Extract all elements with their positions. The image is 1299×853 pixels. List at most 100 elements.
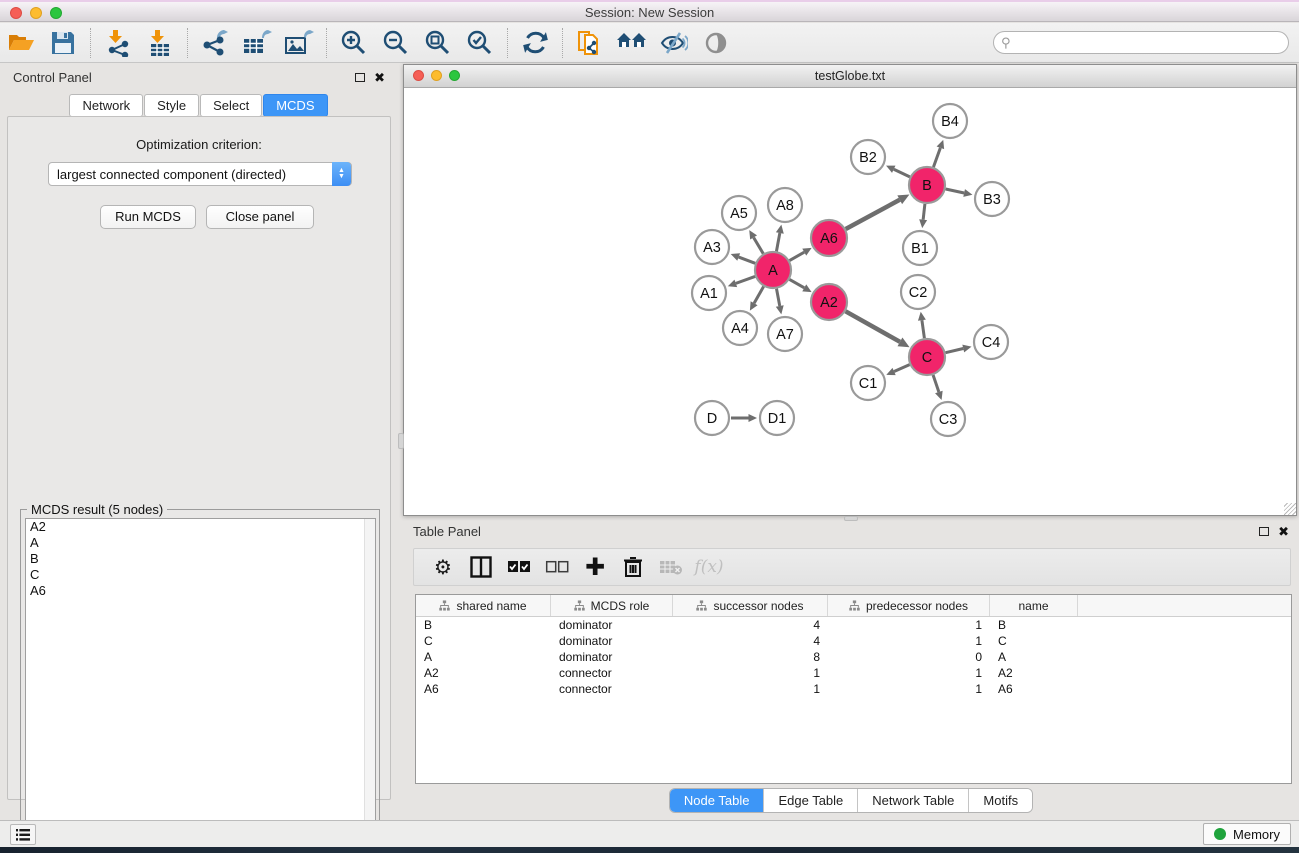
edge-A-A1[interactable] [736,276,755,283]
add-column-icon[interactable]: ✚ [578,552,612,582]
float-panel-icon[interactable] [1259,527,1269,536]
table-row[interactable]: A6connector11A6 [416,681,1291,697]
table-cell[interactable]: 0 [828,650,990,664]
settings-gear-icon[interactable]: ⚙ [426,552,460,582]
column-selector-icon[interactable] [464,552,498,582]
table-row[interactable]: Bdominator41B [416,617,1291,633]
table-cell[interactable]: 1 [828,666,990,680]
mcds-result-item[interactable]: A2 [26,519,375,535]
mcds-result-item[interactable]: A6 [26,583,375,599]
table-cell[interactable]: 1 [673,666,828,680]
edge-B-B2[interactable] [894,169,910,177]
node-table[interactable]: shared nameMCDS rolesuccessor nodesprede… [415,594,1292,784]
edge-B-B1[interactable] [923,204,925,220]
select-all-icon[interactable] [502,552,536,582]
clone-network-icon[interactable] [571,26,609,60]
edge-A-A4[interactable] [754,287,764,304]
table-cell[interactable]: dominator [551,650,673,664]
zoom-fit-icon[interactable] [419,26,457,60]
memory-status-button[interactable]: Memory [1203,823,1291,845]
edge-A-A5[interactable] [754,237,764,253]
table-cell[interactable]: 1 [828,634,990,648]
table-cell[interactable]: 1 [673,682,828,696]
control-tab-mcds[interactable]: MCDS [263,94,327,117]
edge-A-A7[interactable] [777,289,780,306]
close-panel-icon[interactable]: ✖ [1278,524,1289,540]
table-cell[interactable]: A6 [416,682,551,696]
refresh-icon[interactable] [516,26,554,60]
control-tab-network[interactable]: Network [69,94,143,117]
deselect-all-icon[interactable] [540,552,574,582]
table-cell[interactable]: connector [551,666,673,680]
table-tab-edge-table[interactable]: Edge Table [764,789,858,812]
result-list-scrollbar[interactable] [364,519,375,841]
table-cell[interactable]: A2 [990,666,1078,680]
mcds-result-item[interactable]: A [26,535,375,551]
float-panel-icon[interactable] [355,73,365,82]
export-image-icon[interactable] [280,26,318,60]
table-cell[interactable]: A2 [416,666,551,680]
export-table-icon[interactable] [238,26,276,60]
mcds-result-list[interactable]: A2ABCA6 [25,518,376,842]
control-tab-select[interactable]: Select [200,94,262,117]
table-cell[interactable]: C [416,634,551,648]
table-cell[interactable]: A [416,650,551,664]
edge-A6-B[interactable] [846,200,900,229]
network-vertical-scrollbar[interactable] [398,433,404,449]
network-canvas[interactable]: B4B2BB3A5A8A6A3B1AA1C2A2A4A7C4CC1C3DD1 [404,88,1296,515]
mcds-result-item[interactable]: C [26,567,375,583]
edge-B-B4[interactable] [933,148,940,167]
zoom-in-icon[interactable] [335,26,373,60]
table-cell[interactable]: B [990,618,1078,632]
table-cell[interactable]: 1 [828,682,990,696]
run-mcds-button[interactable]: Run MCDS [100,205,196,229]
table-cell[interactable]: 4 [673,618,828,632]
search-input[interactable] [993,31,1289,54]
optimization-criterion-select[interactable]: largest connected component (directed) ▲… [48,162,352,186]
table-cell[interactable]: A6 [990,682,1078,696]
mcds-result-item[interactable]: B [26,551,375,567]
show-details-icon[interactable] [697,26,735,60]
column-header-successor-nodes[interactable]: successor nodes [673,595,828,616]
edge-A-A6[interactable] [789,252,804,260]
edge-A-A8[interactable] [776,233,779,251]
table-cell[interactable]: 4 [673,634,828,648]
column-header-shared-name[interactable]: shared name [416,595,551,616]
table-cell[interactable]: 8 [673,650,828,664]
table-cell[interactable]: dominator [551,618,673,632]
edge-C-C1[interactable] [894,365,910,372]
delete-column-icon[interactable] [616,552,650,582]
table-row[interactable]: Adominator80A [416,649,1291,665]
task-history-button[interactable] [10,824,36,845]
control-tab-style[interactable]: Style [144,94,199,117]
open-file-icon[interactable] [2,26,40,60]
import-network-icon[interactable] [99,26,137,60]
close-panel-icon[interactable]: ✖ [374,70,385,86]
import-table-icon[interactable] [141,26,179,60]
export-network-icon[interactable] [196,26,234,60]
network-graph[interactable]: B4B2BB3A5A8A6A3B1AA1C2A2A4A7C4CC1C3DD1 [404,88,1296,515]
edge-A-A3[interactable] [739,257,756,263]
column-header-predecessor-nodes[interactable]: predecessor nodes [828,595,990,616]
close-panel-button[interactable]: Close panel [206,205,314,229]
edge-B-B3[interactable] [946,189,965,193]
zoom-selected-icon[interactable] [461,26,499,60]
table-cell[interactable]: dominator [551,634,673,648]
table-cell[interactable]: C [990,634,1078,648]
edge-C-C4[interactable] [945,349,963,353]
table-tab-network-table[interactable]: Network Table [858,789,969,812]
home-icon[interactable] [613,26,651,60]
edge-A-A2[interactable] [789,279,804,287]
column-header-name[interactable]: name [990,595,1078,616]
table-tab-node-table[interactable]: Node Table [670,789,765,812]
edge-C-C2[interactable] [922,320,924,338]
save-session-icon[interactable] [44,26,82,60]
table-row[interactable]: Cdominator41C [416,633,1291,649]
network-window-titlebar[interactable]: testGlobe.txt [404,65,1296,88]
table-tab-motifs[interactable]: Motifs [969,789,1032,812]
edge-C-C3[interactable] [933,375,939,392]
table-cell[interactable]: connector [551,682,673,696]
table-cell[interactable]: A [990,650,1078,664]
column-header-MCDS-role[interactable]: MCDS role [551,595,673,616]
table-row[interactable]: A2connector11A2 [416,665,1291,681]
